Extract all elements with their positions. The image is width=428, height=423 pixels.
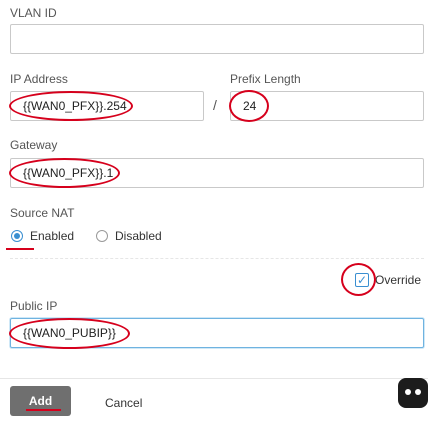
source-nat-label: Source NAT (10, 206, 75, 220)
ip-prefix-separator: / (213, 97, 217, 113)
source-nat-enabled-radio[interactable] (11, 230, 23, 242)
bot-right-eye (415, 389, 421, 395)
footer-divider (0, 378, 428, 379)
enabled-underline-annotation (6, 248, 34, 250)
prefix-length-label: Prefix Length (230, 72, 301, 86)
section-divider (10, 258, 424, 259)
vlan-id-input[interactable] (10, 24, 424, 54)
prefix-length-input[interactable]: 24 (230, 91, 424, 121)
override-checkbox[interactable]: ✓ (355, 273, 369, 287)
add-button[interactable]: Add (10, 386, 71, 416)
gateway-label: Gateway (10, 138, 58, 152)
override-label[interactable]: Override (375, 273, 421, 287)
ip-address-label: IP Address (10, 72, 68, 86)
source-nat-disabled-radio[interactable] (96, 230, 108, 242)
gateway-input[interactable]: {{WAN0_PFX}}.1 (10, 158, 424, 188)
public-ip-label: Public IP (10, 299, 58, 313)
vlan-id-label: VLAN ID (10, 6, 57, 20)
assistant-bot-icon[interactable] (398, 378, 428, 408)
public-ip-input[interactable]: {{WAN0_PUBIP}} (10, 318, 424, 348)
source-nat-enabled-label[interactable]: Enabled (30, 229, 74, 243)
ip-address-input[interactable]: {{WAN0_PFX}}.254 (10, 91, 204, 121)
cancel-button[interactable]: Cancel (105, 396, 142, 410)
source-nat-disabled-label[interactable]: Disabled (115, 229, 162, 243)
bot-left-eye (405, 389, 411, 395)
add-underline-annotation (26, 409, 61, 411)
